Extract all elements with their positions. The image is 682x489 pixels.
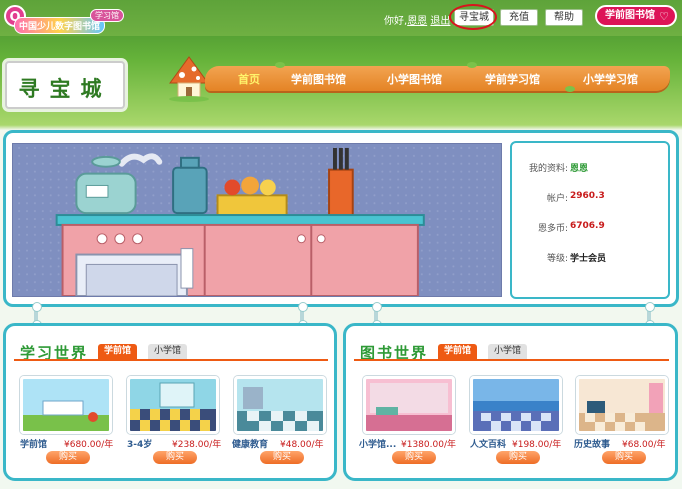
product-thumbnail[interactable] — [234, 376, 326, 434]
product-thumbnail[interactable] — [363, 376, 455, 434]
product-name[interactable]: 历史故事 — [574, 437, 610, 450]
profile-label: 等级: — [546, 254, 568, 264]
buy-button[interactable]: 购买 — [153, 451, 197, 464]
heart-icon: ♡ — [659, 10, 669, 23]
profile-label: 我的资料: — [528, 164, 568, 174]
product-name[interactable]: 人文百科 — [470, 437, 506, 450]
account-balance: 2960.3 — [570, 191, 605, 201]
treasure-city-sign: 寻宝城 — [5, 61, 125, 109]
seaside-scene-image — [473, 379, 559, 431]
recharge-button[interactable]: 充值 — [500, 9, 538, 26]
book-world-panel: 图书世界 学前馆 小学馆 小学馆... ¥1380.00/年 购买 人文百科 ¥… — [343, 323, 678, 481]
leaf-decoration — [275, 62, 285, 68]
buy-button[interactable]: 购买 — [260, 451, 304, 464]
highlight-ring — [449, 4, 497, 30]
nav-primary-library[interactable]: 小学图书馆 — [387, 71, 442, 87]
product-thumbnail[interactable] — [127, 376, 219, 434]
product-thumbnail[interactable] — [20, 376, 112, 434]
product-price: ¥238.00/年 — [172, 440, 222, 450]
product-name[interactable]: 健康教育 — [232, 437, 268, 450]
room-scene-image — [130, 379, 216, 431]
preschool-scene-image — [23, 379, 109, 431]
sign-text: 寻宝城 — [18, 76, 112, 101]
nav-preschool-learning[interactable]: 学前学习馆 — [485, 71, 540, 87]
pink-room-image — [366, 379, 452, 431]
buy-button[interactable]: 购买 — [46, 451, 90, 464]
product-thumbnail[interactable] — [576, 376, 668, 434]
product-price: ¥48.00/年 — [280, 440, 324, 450]
learning-world-panel: 学习世界 学前馆 小学馆 学前馆 ¥680.00/年 购买 3-4岁 ¥238.… — [3, 323, 337, 481]
profile-panel: 我的资料: 恩恩 帐户: 2960.3 恩多币: 6706.9 等级: 学士会员 — [510, 141, 670, 299]
profile-name-link[interactable]: 恩恩 — [570, 161, 588, 174]
preschool-library-button[interactable]: 学前图书馆 ♡ — [595, 5, 677, 27]
tab-preschool[interactable]: 学前馆 — [98, 344, 138, 359]
product-price: ¥680.00/年 — [64, 440, 114, 450]
greeting-prefix: 你好, — [384, 16, 408, 27]
product-thumbnail[interactable] — [470, 376, 562, 434]
site-logo[interactable]: Q 中国少儿数字图书馆 学习馆 — [4, 3, 132, 35]
library-button-label: 学前图书馆 — [605, 10, 655, 21]
buy-button[interactable]: 购买 — [602, 451, 646, 464]
member-level: 学士会员 — [570, 254, 607, 264]
nav-primary-learning[interactable]: 小学学习馆 — [583, 71, 638, 87]
product-price: ¥198.00/年 — [512, 440, 562, 450]
product-name[interactable]: 3-4岁 — [127, 437, 152, 450]
room-scene-image — [237, 379, 323, 431]
tab-primary[interactable]: 小学馆 — [488, 344, 528, 359]
history-room-image — [579, 379, 665, 431]
nav-home[interactable]: 首页 — [238, 71, 260, 87]
main-nav: 首页 学前图书馆 小学图书馆 学前学习馆 小学学习馆 — [205, 62, 670, 92]
leaf-decoration — [565, 86, 575, 92]
help-button[interactable]: 帮助 — [545, 9, 583, 26]
divider — [354, 359, 669, 361]
buy-button[interactable]: 购买 — [392, 451, 436, 464]
leaf-decoration — [467, 62, 477, 68]
divider — [14, 359, 328, 361]
tab-primary[interactable]: 小学馆 — [148, 344, 188, 359]
logo-subtitle: 学习馆 — [90, 9, 124, 22]
user-greeting: 你好,恩恩 退出 — [384, 12, 450, 27]
tab-preschool[interactable]: 学前馆 — [438, 344, 478, 359]
nav-preschool-library[interactable]: 学前图书馆 — [291, 71, 346, 87]
product-price: ¥68.00/年 — [622, 440, 666, 450]
buy-button[interactable]: 购买 — [496, 451, 540, 464]
coin-balance: 6706.9 — [570, 221, 605, 231]
product-name[interactable]: 小学馆... — [359, 437, 396, 450]
username-link[interactable]: 恩恩 — [407, 16, 427, 27]
kitchen-illustration — [12, 143, 502, 297]
profile-label: 帐户: — [546, 194, 568, 204]
product-name[interactable]: 学前馆 — [20, 437, 47, 450]
top-bar: Q 中国少儿数字图书馆 学习馆 你好,恩恩 退出 寻宝城 充值 帮助 学前图书馆… — [0, 0, 682, 36]
product-price: ¥1380.00/年 — [401, 440, 456, 450]
profile-label: 恩多币: — [537, 224, 568, 234]
logout-link[interactable]: 退出 — [430, 16, 450, 27]
